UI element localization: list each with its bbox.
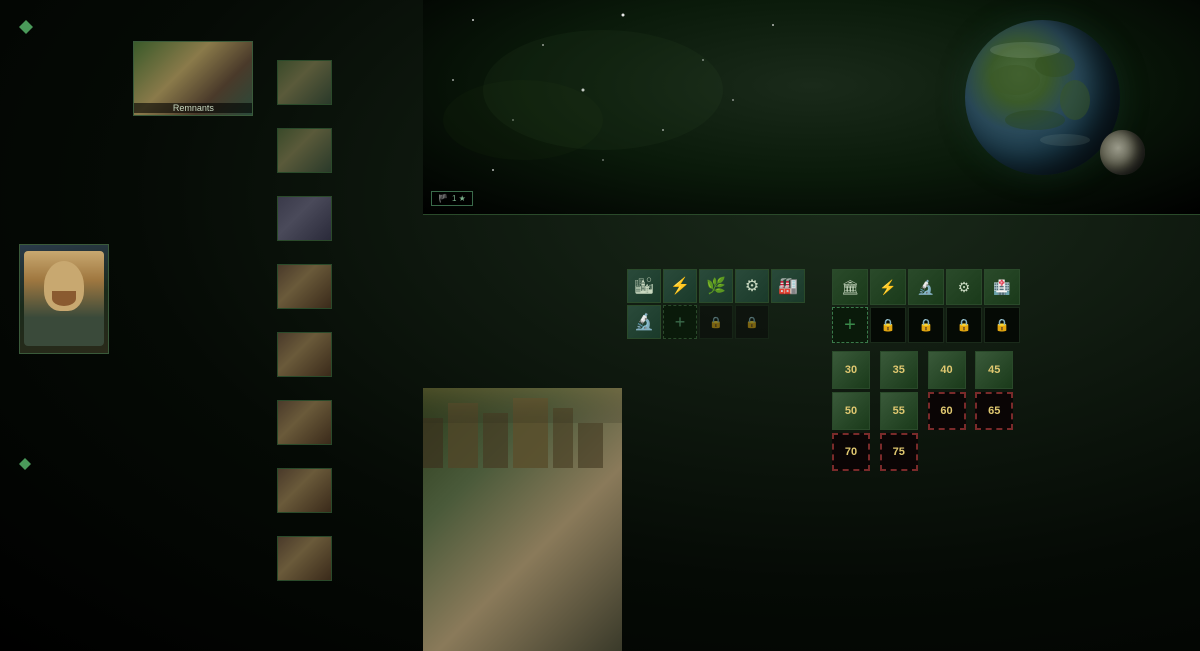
planet-view: 🏴 1 ★ [423,0,1200,215]
district-locked-inner: 🔒 [736,306,768,338]
lock-icon: 🔒 [995,318,1010,332]
planet-image-thumb [423,388,622,651]
district-inner: 🏭 [772,270,804,302]
bnum-val: 55 [893,405,905,417]
district-slot-locked: 🔒 [735,305,769,339]
district-slot-empty[interactable]: + [663,305,697,339]
planet-label-badge: 🏴 1 ★ [431,191,473,206]
earth-moon [1100,130,1145,175]
building-slot-locked: 🔒 [870,307,906,343]
feature-thumb [277,400,332,445]
building-slot-locked: 🔒 [984,307,1020,343]
bnum-35[interactable]: 35 [880,351,918,389]
building-slot[interactable]: 🏛 [832,269,868,305]
lock-icon: 🔒 [881,318,896,332]
building-inner: 🏛 [833,270,867,304]
building-slot-locked: 🔒 [908,307,944,343]
feature-thumb [277,128,332,173]
district-slot-locked: 🔒 [699,305,733,339]
remnants-image: Remnants [133,41,253,116]
bnum-60: 60 [928,392,966,430]
building-locked-inner: 🔒 [909,308,943,342]
bnum-val: 50 [845,405,857,417]
district-slot[interactable]: ⚡ [663,269,697,303]
feature-thumb [277,536,332,581]
district-inner: 🔬 [628,306,660,338]
bnum-30[interactable]: 30 [832,351,870,389]
remnants-image-label: Remnants [134,103,252,113]
ruler-portrait [19,244,109,354]
building-inner: 🏥 [985,270,1019,304]
building-slot[interactable]: 🔬 [908,269,944,305]
earth-planet [965,20,1120,175]
ruler-face [44,261,84,311]
bnum-40[interactable]: 40 [928,351,966,389]
district-inner: 🌿 [700,270,732,302]
bnum-val: 65 [988,405,1000,417]
feature-thumb [277,264,332,309]
bnum-val: 45 [988,364,1000,376]
building-inner: ⚡ [871,270,905,304]
bnum-val: 30 [845,364,857,376]
district-inner: 🏙 [628,270,660,302]
bnum-65: 65 [975,392,1013,430]
bnum-50[interactable]: 50 [832,392,870,430]
bnum-val: 60 [940,405,952,417]
feature-thumb [277,196,332,241]
badge-text: 1 ★ [452,194,466,203]
building-slot-locked: 🔒 [946,307,982,343]
bnum-75: 75 [880,433,918,471]
building-locked-inner: 🔒 [985,308,1019,342]
badge-icon: 🏴 [438,194,448,203]
district-inner: ⚡ [664,270,696,302]
building-slot[interactable]: ⚙ [946,269,982,305]
feature-thumb [277,332,332,377]
building-slot[interactable]: 🏥 [984,269,1020,305]
district-inner: ⚙ [736,270,768,302]
district-empty-inner: + [664,306,696,338]
district-locked-inner: 🔒 [700,306,732,338]
building-inner: 🔬 [909,270,943,304]
building-slot-add[interactable]: + [832,307,868,343]
ruler-portrait-inner [24,251,104,346]
feature-thumb [277,468,332,513]
bnum-45[interactable]: 45 [975,351,1013,389]
bnum-val: 70 [845,446,857,458]
bnum-val: 35 [893,364,905,376]
feature-thumb [277,60,332,105]
bnum-val: 75 [893,446,905,458]
bnum-70: 70 [832,433,870,471]
district-slot[interactable]: 🌿 [699,269,733,303]
district-slot[interactable]: 🏙 [627,269,661,303]
building-locked-inner: 🔒 [947,308,981,342]
district-slot[interactable]: ⚙ [735,269,769,303]
bnum-55[interactable]: 55 [880,392,918,430]
lock-icon: 🔒 [919,318,934,332]
district-slot[interactable]: 🔬 [627,305,661,339]
add-plus-icon: + [844,314,856,337]
district-slot[interactable]: 🏭 [771,269,805,303]
bnum-val: 40 [940,364,952,376]
building-slot[interactable]: ⚡ [870,269,906,305]
building-locked-inner: 🔒 [871,308,905,342]
lock-icon: 🔒 [957,318,972,332]
building-inner: ⚙ [947,270,981,304]
